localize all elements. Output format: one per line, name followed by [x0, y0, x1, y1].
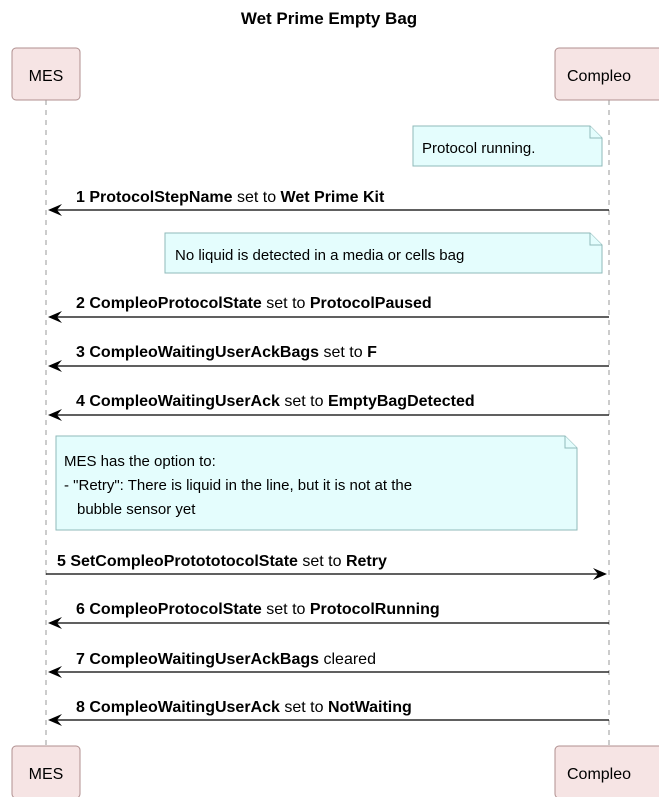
- message-num: 3: [76, 344, 85, 361]
- message-2-label: 2 CompleoProtocolState set to ProtocolPa…: [76, 295, 432, 312]
- participant-compleo-top: Compleo: [554, 47, 659, 101]
- message-value: F: [367, 344, 377, 361]
- note-no-liquid: No liquid is detected in a media or cell…: [164, 232, 603, 274]
- message-7: 7 CompleoWaitingUserAckBags cleared: [48, 651, 609, 678]
- message-5-label: 5 SetCompleoProtototocolState set to Ret…: [57, 553, 387, 570]
- message-verb: set to: [284, 699, 323, 716]
- message-2: 2 CompleoProtocolState set to ProtocolPa…: [48, 295, 609, 323]
- message-value: EmptyBagDetected: [328, 393, 475, 410]
- message-name: CompleoProtocolState: [89, 601, 262, 618]
- message-name: CompleoWaitingUserAckBags: [89, 651, 319, 668]
- message-name: CompleoWaitingUserAck: [89, 699, 280, 716]
- message-name: CompleoWaitingUserAck: [89, 393, 280, 410]
- message-value: Retry: [346, 553, 387, 570]
- message-name: CompleoWaitingUserAckBags: [89, 344, 319, 361]
- message-name: SetCompleoProtototocolState: [70, 553, 298, 570]
- message-6-label: 6 CompleoProtocolState set to ProtocolRu…: [76, 601, 440, 618]
- message-num: 7: [76, 651, 85, 668]
- participant-mes-top: MES: [11, 47, 81, 101]
- message-value: NotWaiting: [328, 699, 412, 716]
- message-3-label: 3 CompleoWaitingUserAckBags set to F: [76, 344, 377, 361]
- message-6: 6 CompleoProtocolState set to ProtocolRu…: [48, 601, 609, 629]
- message-7-label: 7 CompleoWaitingUserAckBags cleared: [76, 651, 376, 668]
- message-verb: set to: [266, 295, 305, 312]
- message-verb: cleared: [323, 651, 375, 668]
- message-8-label: 8 CompleoWaitingUserAck set to NotWaitin…: [76, 699, 412, 716]
- message-1-label: 1 ProtocolStepName set to Wet Prime Kit: [76, 189, 385, 206]
- participant-compleo-bottom: Compleo: [554, 745, 659, 797]
- message-verb: set to: [302, 553, 341, 570]
- message-num: 6: [76, 601, 85, 618]
- note-text: No liquid is detected in a media or cell…: [175, 247, 464, 264]
- note-mes-options: MES has the option to: - "Retry": There …: [55, 435, 578, 531]
- message-verb: set to: [323, 344, 362, 361]
- message-name: CompleoProtocolState: [89, 295, 262, 312]
- message-num: 5: [57, 553, 66, 570]
- note-text-line-3: bubble sensor yet: [77, 501, 196, 518]
- participant-mes-bottom: MES: [11, 745, 81, 797]
- message-1: 1 ProtocolStepName set to Wet Prime Kit: [48, 189, 609, 216]
- message-num: 4: [76, 393, 85, 410]
- message-num: 1: [76, 189, 85, 206]
- message-verb: set to: [284, 393, 323, 410]
- message-verb: set to: [266, 601, 305, 618]
- message-value: ProtocolPaused: [310, 295, 432, 312]
- message-value: Wet Prime Kit: [281, 189, 385, 206]
- participant-label: Compleo: [567, 68, 631, 85]
- message-name: ProtocolStepName: [89, 189, 232, 206]
- participant-label: MES: [29, 766, 64, 783]
- message-num: 2: [76, 295, 85, 312]
- message-4-label: 4 CompleoWaitingUserAck set to EmptyBagD…: [76, 393, 475, 410]
- note-protocol-running: Protocol running.: [412, 125, 603, 167]
- participant-label: Compleo: [567, 766, 631, 783]
- diagram-title: Wet Prime Empty Bag: [241, 9, 417, 28]
- sequence-diagram: Wet Prime Empty Bag MES Compleo Protocol…: [11, 9, 659, 797]
- message-verb: set to: [237, 189, 276, 206]
- message-5: 5 SetCompleoProtototocolState set to Ret…: [46, 553, 607, 580]
- participant-label: MES: [29, 68, 64, 85]
- message-4: 4 CompleoWaitingUserAck set to EmptyBagD…: [48, 393, 609, 421]
- message-num: 8: [76, 699, 85, 716]
- note-text-line-1: MES has the option to:: [64, 453, 216, 470]
- note-text: Protocol running.: [422, 140, 535, 157]
- message-value: ProtocolRunning: [310, 601, 440, 618]
- note-text-line-2: - "Retry": There is liquid in the line, …: [64, 477, 412, 494]
- message-3: 3 CompleoWaitingUserAckBags set to F: [48, 344, 609, 372]
- message-8: 8 CompleoWaitingUserAck set to NotWaitin…: [48, 699, 609, 726]
